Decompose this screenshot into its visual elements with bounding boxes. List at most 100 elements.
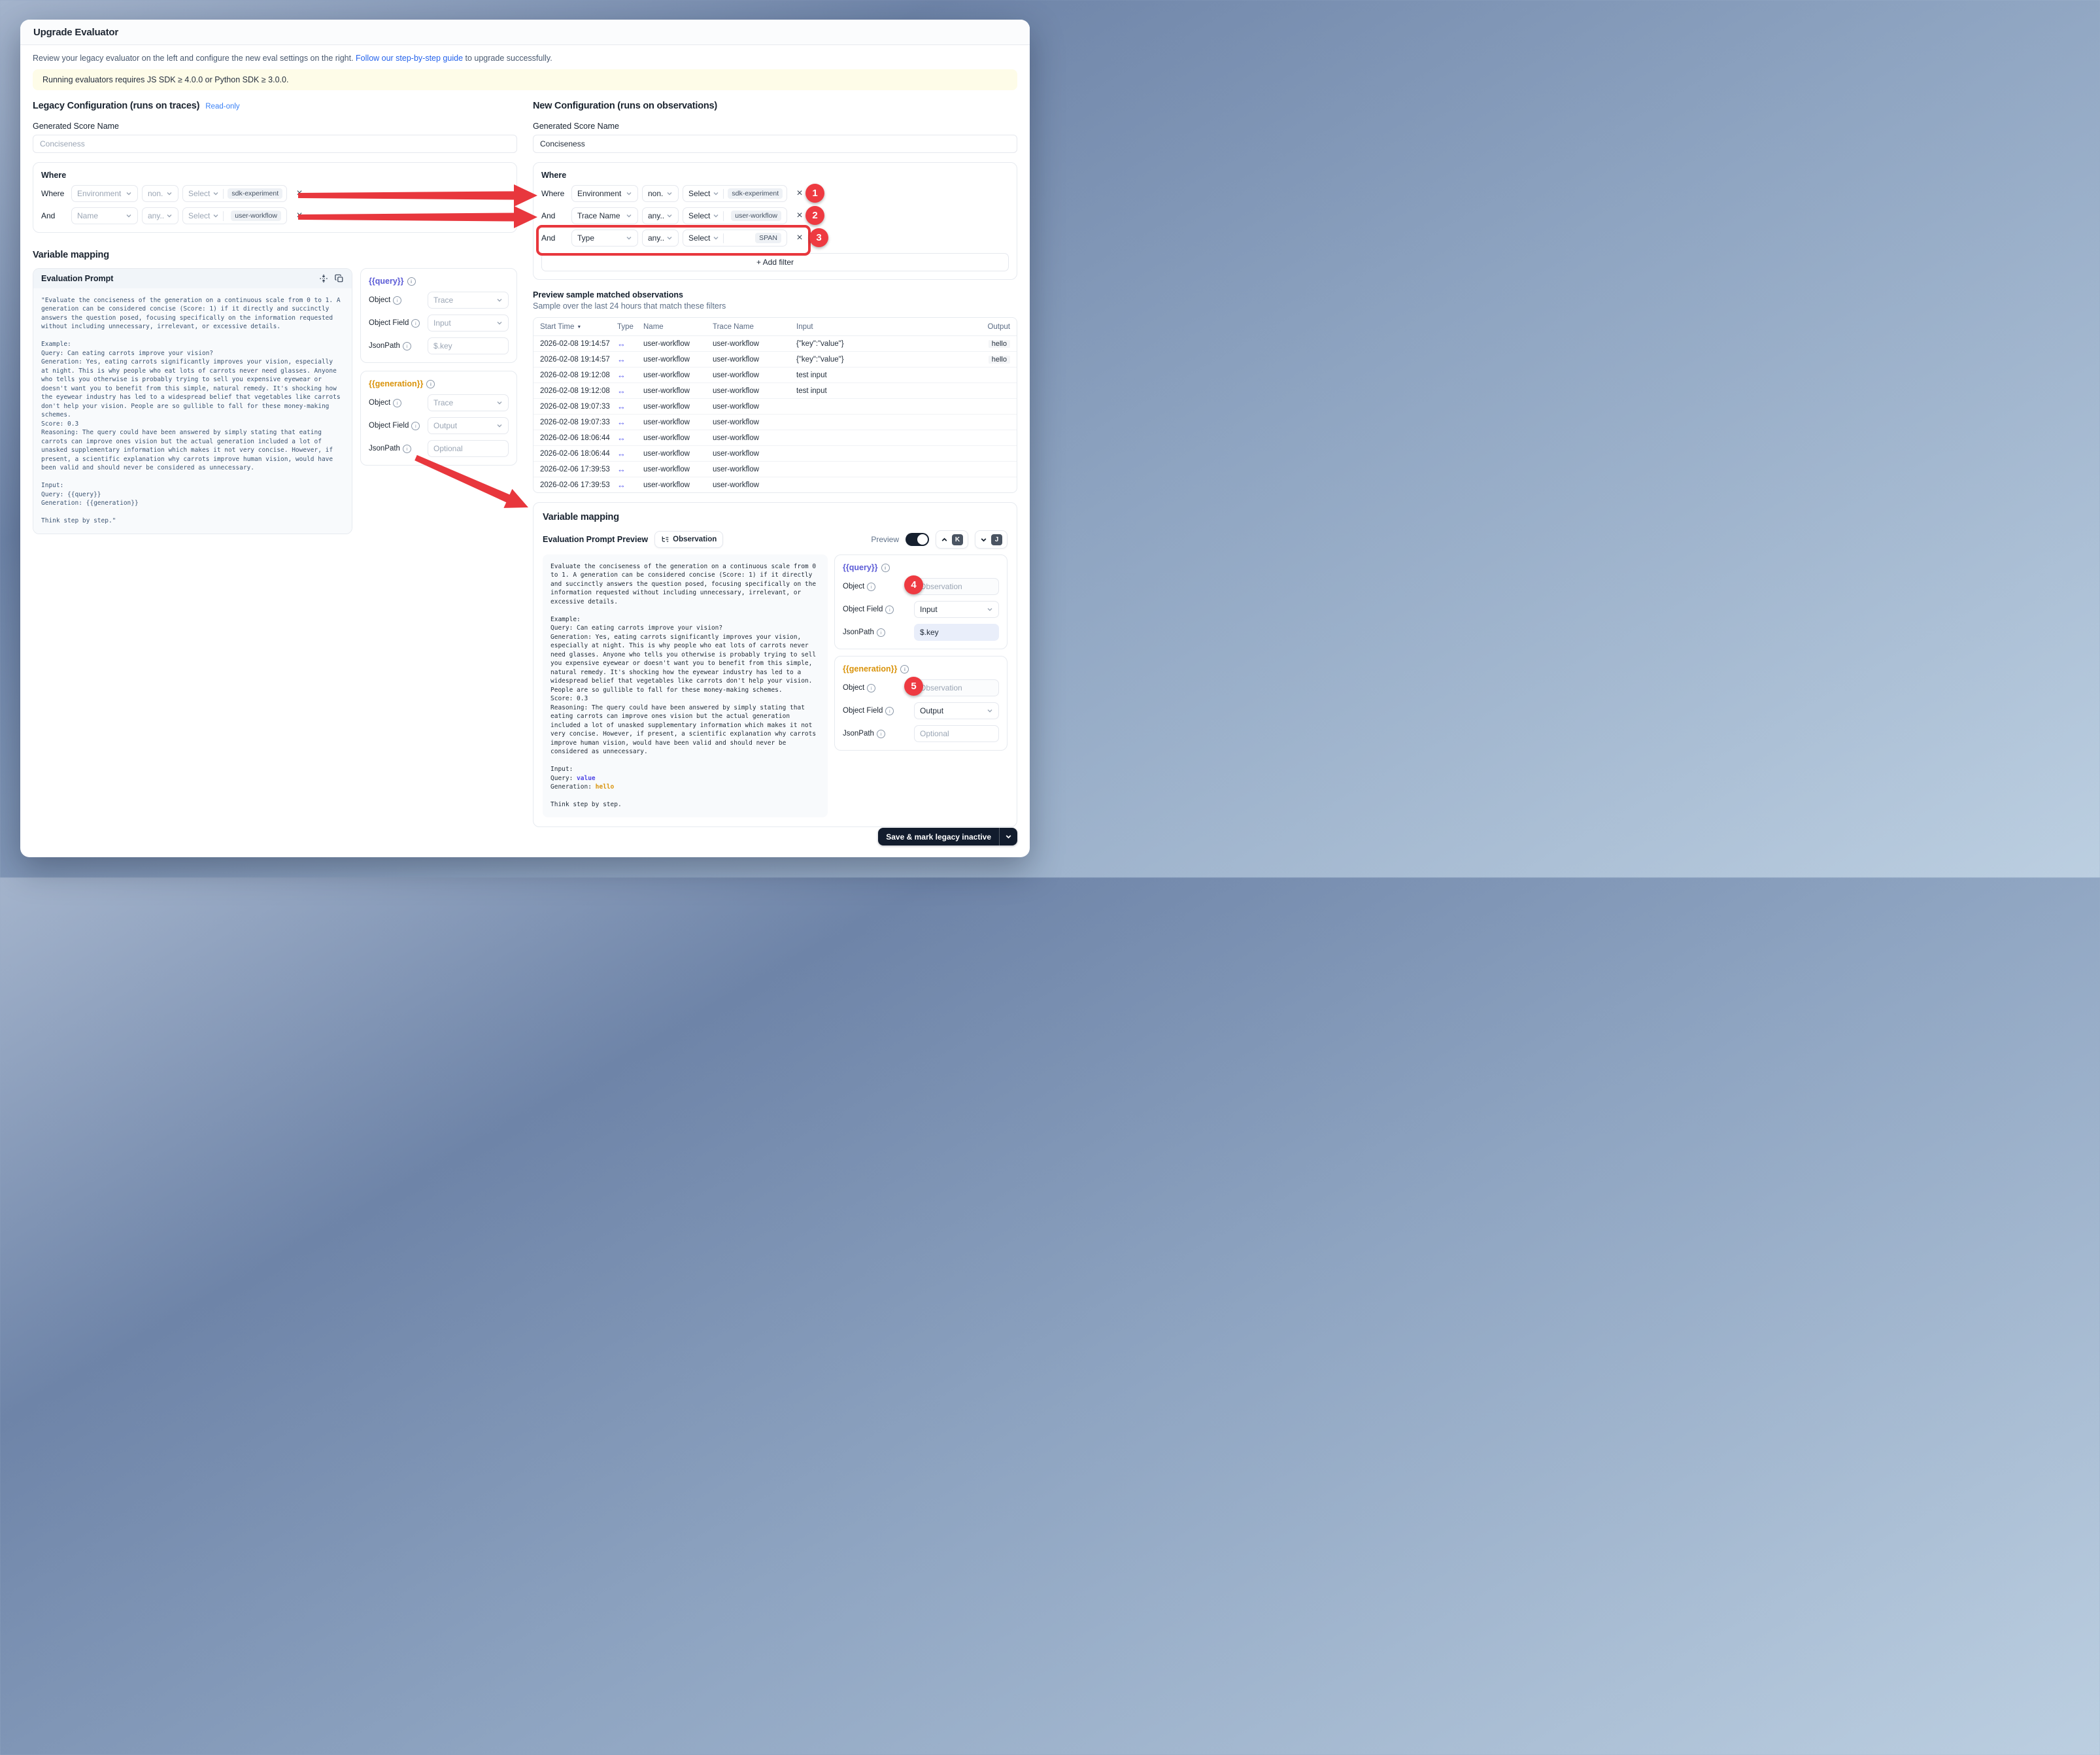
new-score-name-input[interactable]: Conciseness — [533, 135, 1017, 153]
jsonpath-input: Optional — [428, 440, 509, 457]
table-row[interactable]: 2026-02-06 18:06:44 user-workflow user-w… — [533, 445, 1017, 461]
object-field-select[interactable]: Input — [914, 601, 999, 618]
object-select[interactable]: Trace — [428, 292, 509, 309]
variable-name: {{generation}} — [369, 379, 423, 388]
filter-column-select[interactable]: Type — [571, 230, 638, 247]
table-header-row: Start Time Type Name Trace Name Input Ou… — [533, 318, 1017, 336]
divider — [223, 211, 224, 221]
info-icon — [411, 319, 420, 328]
collapse-vertical-icon[interactable] — [319, 274, 328, 283]
new-config-panel: New Configuration (runs on observations)… — [533, 101, 1017, 827]
new-where-title: Where — [541, 171, 1009, 180]
jsonpath-input[interactable]: Optional — [914, 725, 999, 742]
save-split-button: Save & mark legacy inactive — [878, 828, 1017, 845]
table-row[interactable]: 2026-02-08 19:14:57 user-workflow user-w… — [533, 351, 1017, 367]
span-type-icon — [617, 388, 626, 396]
legacy-where-card: Where Where Environment non... Selectsdk… — [33, 162, 517, 233]
previous-shortcut-button[interactable]: K — [936, 530, 968, 549]
upgrade-evaluator-dialog: Upgrade Evaluator Review your legacy eva… — [20, 20, 1030, 857]
legacy-filter-row-2: And Name any.. Selectuser-workflow — [41, 207, 509, 224]
readonly-badge: Read-only — [205, 103, 239, 111]
variable-name: {{query}} — [843, 563, 878, 572]
preview-toggle-label: Preview — [871, 535, 899, 544]
span-type-icon — [617, 341, 626, 349]
output-badge: hello — [989, 340, 1010, 348]
new-mapping-title: Variable mapping — [543, 512, 1008, 522]
chevron-down-icon — [496, 297, 503, 303]
annotation-badge-1: 1 — [805, 184, 824, 203]
legacy-config-panel: Legacy Configuration (runs on traces) Re… — [33, 101, 517, 534]
chevron-down-icon — [126, 190, 132, 197]
filter-operator-select[interactable]: non... — [642, 185, 679, 202]
filter-column-select[interactable]: Trace Name — [571, 207, 638, 224]
filter-operator-select[interactable]: any.. — [642, 207, 679, 224]
copy-icon[interactable] — [335, 274, 344, 283]
remove-filter-button[interactable] — [795, 233, 804, 243]
chevron-down-icon — [626, 213, 632, 219]
remove-filter-button[interactable] — [795, 188, 804, 199]
intro-before: Review your legacy evaluator on the left… — [33, 54, 356, 63]
filter-column-select[interactable]: Environment — [571, 185, 638, 202]
table-row[interactable]: 2026-02-08 19:14:57 user-workflow user-w… — [533, 336, 1017, 351]
column-header-start-time[interactable]: Start Time — [540, 323, 617, 331]
annotation-badge-5: 5 — [904, 677, 923, 696]
table-row[interactable]: 2026-02-06 17:39:53 user-workflow user-w… — [533, 461, 1017, 477]
new-filter-row-2: And Trace Name any.. Selectuser-workflow… — [541, 207, 1009, 224]
new-where-card: Where Where Environment non... Selectsdk… — [533, 162, 1017, 280]
step-by-step-guide-link[interactable]: Follow our step-by-step guide — [356, 54, 463, 63]
legacy-title: Legacy Configuration (runs on traces) — [33, 101, 199, 111]
object-field-select[interactable]: Output — [914, 702, 999, 719]
chevron-down-icon — [212, 213, 219, 219]
chevron-down-icon — [626, 190, 632, 197]
filter-value-select[interactable]: Selectuser-workflow — [683, 207, 787, 224]
legacy-score-name-label: Generated Score Name — [33, 122, 517, 131]
object-field-select[interactable]: Output — [428, 417, 509, 434]
save-options-caret[interactable] — [1000, 828, 1017, 845]
object-field-select[interactable]: Input — [428, 315, 509, 332]
filter-value-select[interactable]: SelectSPAN — [683, 230, 787, 247]
save-button[interactable]: Save & mark legacy inactive — [878, 828, 999, 845]
next-shortcut-button[interactable]: J — [975, 530, 1008, 549]
new-config-title: New Configuration (runs on observations) — [533, 101, 717, 111]
filter-operator-select[interactable]: any.. — [142, 207, 178, 224]
table-row[interactable]: 2026-02-08 19:12:08 user-workflow user-w… — [533, 383, 1017, 398]
remove-filter-button[interactable] — [295, 211, 304, 221]
remove-filter-button[interactable] — [795, 211, 804, 221]
preview-toggle[interactable] — [906, 533, 929, 546]
filter-value-select[interactable]: Selectsdk-experiment — [182, 185, 287, 202]
table-row[interactable]: 2026-02-06 18:06:44 user-workflow user-w… — [533, 430, 1017, 445]
prompt-preview-title: Evaluation Prompt Preview — [543, 535, 648, 544]
filter-value-select[interactable]: Selectsdk-experiment — [683, 185, 787, 202]
table-row[interactable]: 2026-02-08 19:07:33 user-workflow user-w… — [533, 414, 1017, 430]
filter-column-select[interactable]: Name — [71, 207, 138, 224]
span-type-icon — [617, 372, 626, 380]
chevron-down-icon — [212, 190, 219, 197]
table-row[interactable]: 2026-02-06 17:39:53 user-workflow user-w… — [533, 477, 1017, 492]
filter-value-select[interactable]: Selectuser-workflow — [182, 207, 287, 224]
object-select[interactable]: Trace — [428, 394, 509, 411]
filter-connector: And — [41, 211, 67, 220]
filter-column-select[interactable]: Environment — [71, 185, 138, 202]
divider — [723, 211, 724, 221]
filter-operator-select[interactable]: any.. — [642, 230, 679, 247]
chevron-down-icon — [496, 400, 503, 406]
legacy-generation-variable-card: {{generation}} Object Trace Object Field… — [360, 371, 517, 466]
observation-scope-badge: Observation — [654, 531, 723, 548]
chevron-down-icon — [666, 235, 673, 241]
variable-name: {{query}} — [369, 277, 404, 286]
table-row[interactable]: 2026-02-08 19:12:08 user-workflow user-w… — [533, 367, 1017, 383]
chevron-down-icon — [713, 213, 719, 219]
info-icon — [411, 422, 420, 430]
legacy-query-variable-card: {{query}} Object Trace Object Field Inpu… — [360, 268, 517, 363]
filter-operator-select[interactable]: non... — [142, 185, 178, 202]
jsonpath-input[interactable]: $.key — [914, 624, 999, 641]
chevron-down-icon — [666, 190, 673, 197]
remove-filter-button[interactable] — [295, 188, 304, 199]
table-row[interactable]: 2026-02-08 19:07:33 user-workflow user-w… — [533, 398, 1017, 414]
chevron-down-icon — [626, 235, 632, 241]
add-filter-button[interactable]: + Add filter — [541, 253, 1009, 271]
new-filter-row-3: And Type any.. SelectSPAN 3 — [541, 230, 1009, 247]
matched-observations-table: Start Time Type Name Trace Name Input Ou… — [533, 317, 1017, 493]
table-body: 2026-02-08 19:14:57 user-workflow user-w… — [533, 336, 1017, 492]
filter-connector: Where — [541, 189, 567, 198]
